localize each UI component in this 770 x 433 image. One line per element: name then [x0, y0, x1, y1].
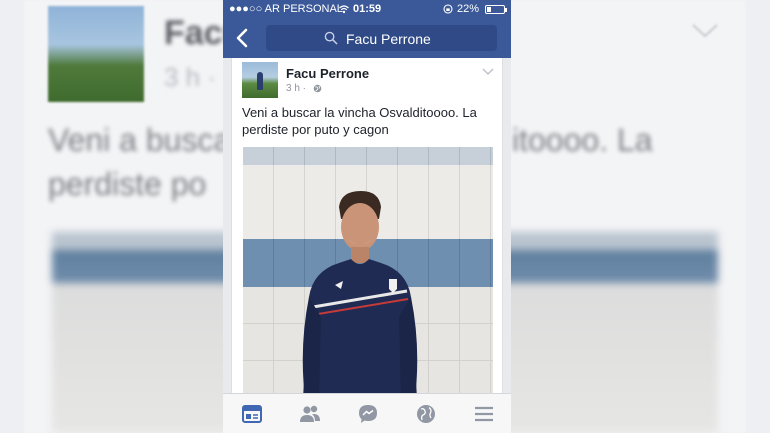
battery-percent: 22%: [457, 3, 480, 15]
photo-subject-person: [302, 191, 418, 398]
blurred-post-text-right: itoooo. La: [512, 122, 653, 158]
notifications-globe-icon[interactable]: [415, 403, 437, 425]
clock: 01:59: [353, 3, 382, 15]
messenger-icon[interactable]: [357, 403, 379, 425]
phone-screen: ●●●○○ AR PERSONAL 01:59 22% Facu Perrone: [223, 0, 511, 433]
post-text: Veni a buscar la vincha Osvalditoooo. La…: [242, 105, 477, 137]
search-field[interactable]: Facu Perrone: [266, 25, 497, 51]
feed-post: Facu Perrone 3 h · Veni a buscar la vinc…: [231, 58, 503, 398]
battery-icon: [485, 5, 507, 14]
search-query: Facu Perrone: [346, 31, 431, 47]
friends-icon[interactable]: [299, 403, 321, 425]
avatar[interactable]: [242, 62, 278, 98]
blurred-chevron-down-icon: [692, 24, 718, 38]
status-bar: ●●●○○ AR PERSONAL 01:59 22%: [223, 0, 511, 18]
battery-level: [487, 7, 491, 12]
news-feed-icon[interactable]: [241, 403, 263, 425]
search-icon: [324, 31, 338, 45]
top-navigation-bar: Facu Perrone: [223, 18, 511, 58]
wifi-icon: [339, 5, 349, 14]
post-timestamp[interactable]: 3 h ·: [286, 83, 306, 94]
chevron-down-icon[interactable]: [482, 68, 494, 76]
blurred-post-text-line2: perdiste po: [48, 166, 207, 202]
bottom-tab-bar: [223, 393, 511, 433]
carrier-label: ●●●○○ AR PERSONAL: [229, 3, 343, 15]
post-photo[interactable]: [243, 147, 493, 398]
blurred-timestamp: 3 h ·: [164, 62, 217, 92]
blurred-avatar: [48, 6, 144, 102]
public-globe-icon: [313, 84, 322, 93]
post-author-name[interactable]: Facu Perrone: [286, 66, 369, 81]
blurred-post-text-line1: Veni a busca: [48, 122, 232, 158]
chevron-left-icon[interactable]: [233, 26, 253, 50]
menu-icon[interactable]: [473, 403, 495, 425]
orientation-lock-icon: [443, 4, 453, 14]
